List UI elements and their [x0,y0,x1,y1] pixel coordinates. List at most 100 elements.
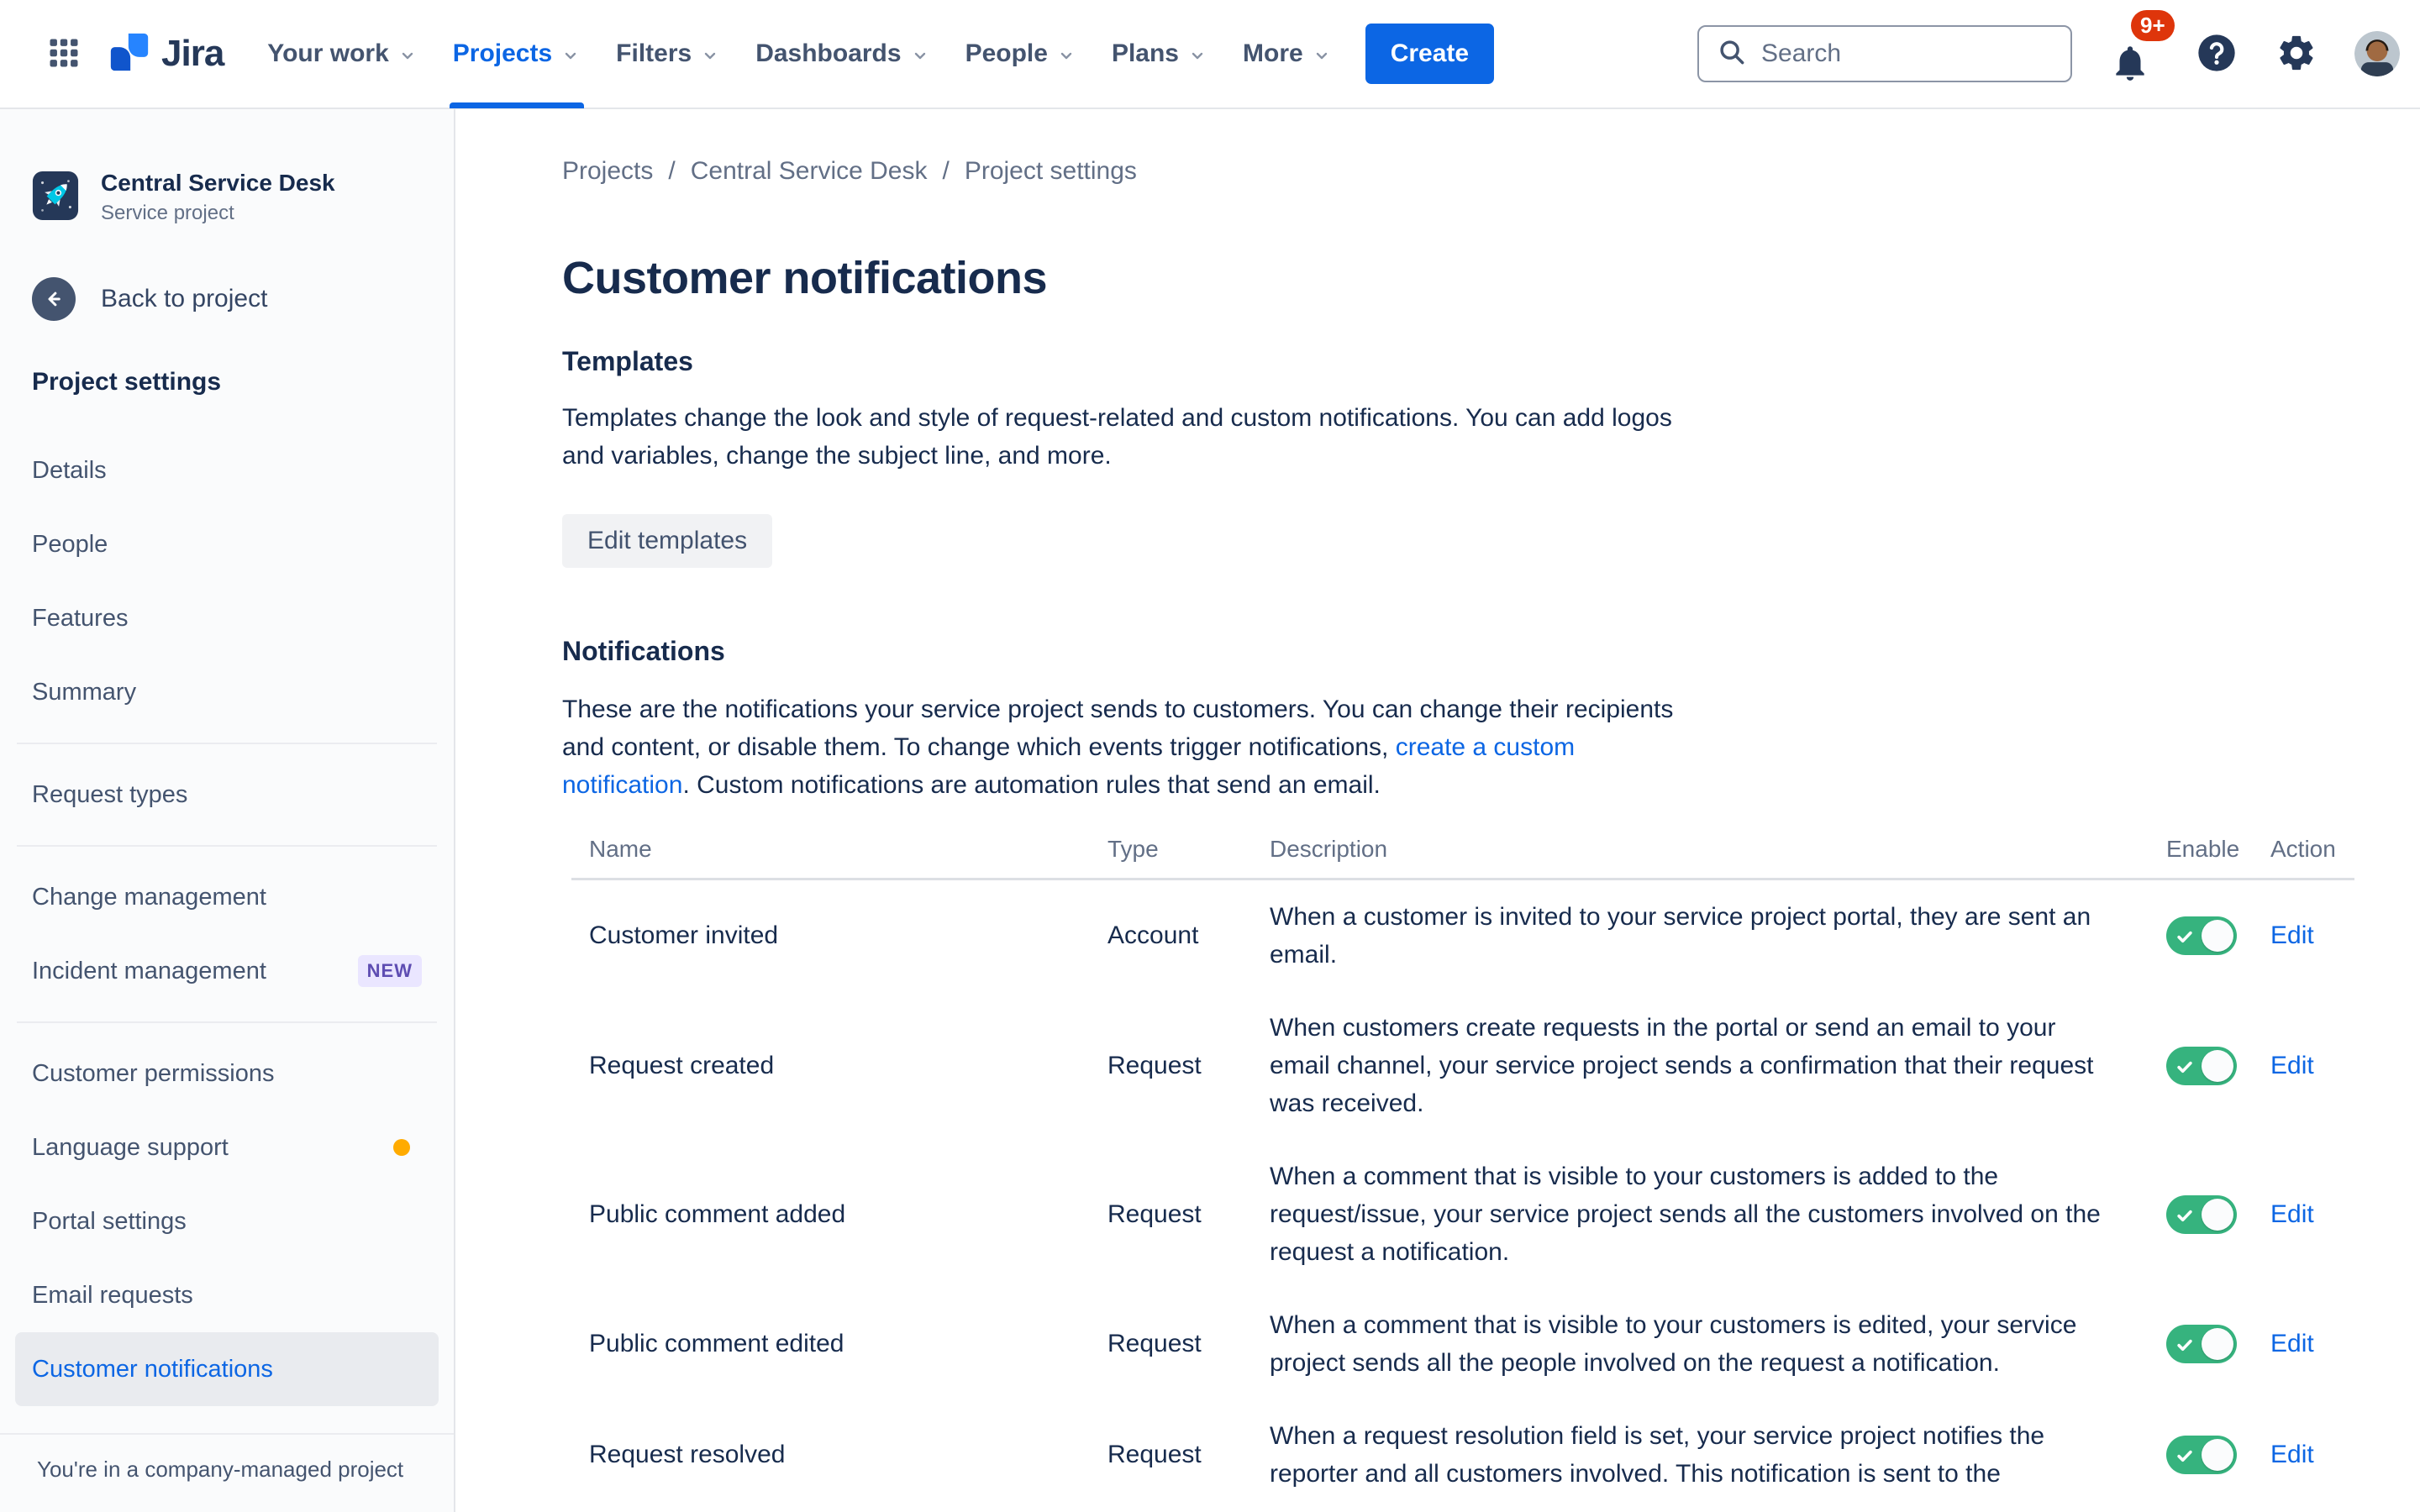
app-grid-icon [45,34,82,74]
chevron-down-icon [560,45,581,66]
table-row-request-resolved: Request resolved Request When a request … [571,1399,2354,1510]
toggle-knob [2202,1439,2233,1471]
nav-item-people[interactable]: People [965,0,1076,108]
primary-navigation: Your work Projects Filters Dashboards Pe… [267,0,1331,108]
nav-item-projects[interactable]: Projects [453,0,581,108]
toggle-knob [2202,1050,2233,1082]
project-title-block: Central Service Desk Service project [101,170,335,225]
table-row-customer-invited: Customer invited Account When a customer… [571,880,2354,991]
jira-logo[interactable]: Jira [106,29,224,80]
jira-logo-text: Jira [161,33,224,75]
settings-button[interactable] [2275,32,2317,76]
edit-link[interactable]: Edit [2270,1052,2314,1079]
breadcrumb: Projects Central Service Desk Project se… [562,156,2386,186]
sidebar-item-request-types[interactable]: Request types [0,758,454,832]
back-to-project[interactable]: Back to project [0,277,454,321]
notification-count-badge: 9+ [2131,10,2175,41]
back-to-project-label: Back to project [101,285,267,313]
sidebar-item-customer-notifications[interactable]: Customer notifications [15,1332,439,1406]
nav-item-plans[interactable]: Plans [1112,0,1207,108]
edit-templates-button[interactable]: Edit templates [562,514,772,568]
sidebar-item-language-support[interactable]: Language support [0,1110,454,1184]
notifications-button[interactable]: 9+ [2109,22,2158,86]
chevron-down-icon [700,45,720,66]
chevron-down-icon [1312,45,1332,66]
breadcrumb-central-service-desk[interactable]: Central Service Desk [691,157,928,185]
new-badge: NEW [358,955,422,987]
sidebar-group-request-types: Request types [0,758,454,832]
edit-link[interactable]: Edit [2270,1200,2314,1228]
nav-item-more[interactable]: More [1243,0,1332,108]
user-avatar[interactable] [2354,31,2400,76]
project-header: Central Service Desk Service project [0,170,454,225]
project-type: Service project [101,202,335,225]
edit-link[interactable]: Edit [2270,921,2314,949]
sidebar-item-people[interactable]: People [0,507,454,581]
sidebar-item-details[interactable]: Details [0,433,454,507]
checkmark-icon [2175,927,2194,946]
enable-toggle[interactable] [2166,1436,2237,1474]
sidebar-divider [17,1021,437,1023]
checkmark-icon [2175,1336,2194,1354]
templates-description: Templates change the look and style of r… [562,399,1705,475]
arrow-left-icon [32,277,76,321]
enable-toggle[interactable] [2166,1195,2237,1234]
sidebar-item-email-requests[interactable]: Email requests [0,1258,454,1332]
column-header-action: Action [2270,836,2354,863]
table-row-public-comment-edited: Public comment edited Request When a com… [571,1289,2354,1399]
main-content: Projects Central Service Desk Project se… [457,109,2420,1512]
notifications-table-header: Name Type Description Enable Action [571,836,2354,880]
nav-item-filters[interactable]: Filters [616,0,720,108]
column-header-name: Name [589,836,1107,863]
global-search[interactable] [1697,25,2072,82]
top-navbar: Jira Your work Projects Filters Dashboar… [0,0,2420,109]
sidebar-divider [17,845,437,847]
table-row-public-comment-added: Public comment added Request When a comm… [571,1140,2354,1289]
sidebar-section-title: Project settings [0,368,454,396]
sidebar-item-features[interactable]: Features [0,581,454,655]
page-title: Customer notifications [562,250,2386,306]
breadcrumb-project-settings[interactable]: Project settings [965,157,1137,185]
notifications-table: Name Type Description Enable Action Cust… [571,836,2354,1510]
edit-link[interactable]: Edit [2270,1441,2314,1468]
help-button[interactable] [2195,31,2238,77]
breadcrumb-projects[interactable]: Projects [562,157,653,185]
table-row-request-created: Request created Request When customers c… [571,991,2354,1140]
nav-item-your-work[interactable]: Your work [267,0,417,108]
enable-toggle[interactable] [2166,916,2237,955]
templates-heading: Templates [562,346,2386,377]
sidebar-footer-note: You're in a company-managed project [0,1433,454,1512]
sidebar-item-incident-management[interactable]: Incident management NEW [0,934,454,1008]
gear-icon [2275,32,2317,76]
edit-link[interactable]: Edit [2270,1330,2314,1357]
chevron-down-icon [1056,45,1076,66]
chevron-down-icon [1187,45,1207,66]
search-input[interactable] [1761,39,2054,68]
create-button[interactable]: Create [1365,24,1494,84]
sidebar-item-portal-settings[interactable]: Portal settings [0,1184,454,1258]
search-icon [1716,36,1748,72]
chevron-down-icon [397,45,418,66]
checkmark-icon [2175,1446,2194,1465]
enable-toggle[interactable] [2166,1325,2237,1363]
sidebar-group-general: Details People Features Summary [0,433,454,729]
enable-toggle[interactable] [2166,1047,2237,1085]
project-avatar-rocket-icon [32,171,79,224]
sidebar-item-summary[interactable]: Summary [0,655,454,729]
sidebar-group-customer: Customer permissions Language support Po… [0,1037,454,1406]
project-settings-sidebar: Central Service Desk Service project Bac… [0,109,455,1512]
sidebar-item-customer-permissions[interactable]: Customer permissions [0,1037,454,1110]
notifications-heading: Notifications [562,636,2386,667]
checkmark-icon [2175,1058,2194,1076]
question-circle-icon [2195,31,2238,77]
app-switcher-button[interactable] [34,0,94,108]
toggle-knob [2202,1199,2233,1231]
column-header-enable: Enable [2166,836,2270,863]
sidebar-group-management: Change management Incident management NE… [0,860,454,1008]
sidebar-item-change-management[interactable]: Change management [0,860,454,934]
nav-item-dashboards[interactable]: Dashboards [755,0,929,108]
column-header-type: Type [1107,836,1270,863]
navbar-right-cluster: 9+ [1697,22,2400,86]
project-name: Central Service Desk [101,170,335,197]
jira-logo-icon [106,29,153,80]
